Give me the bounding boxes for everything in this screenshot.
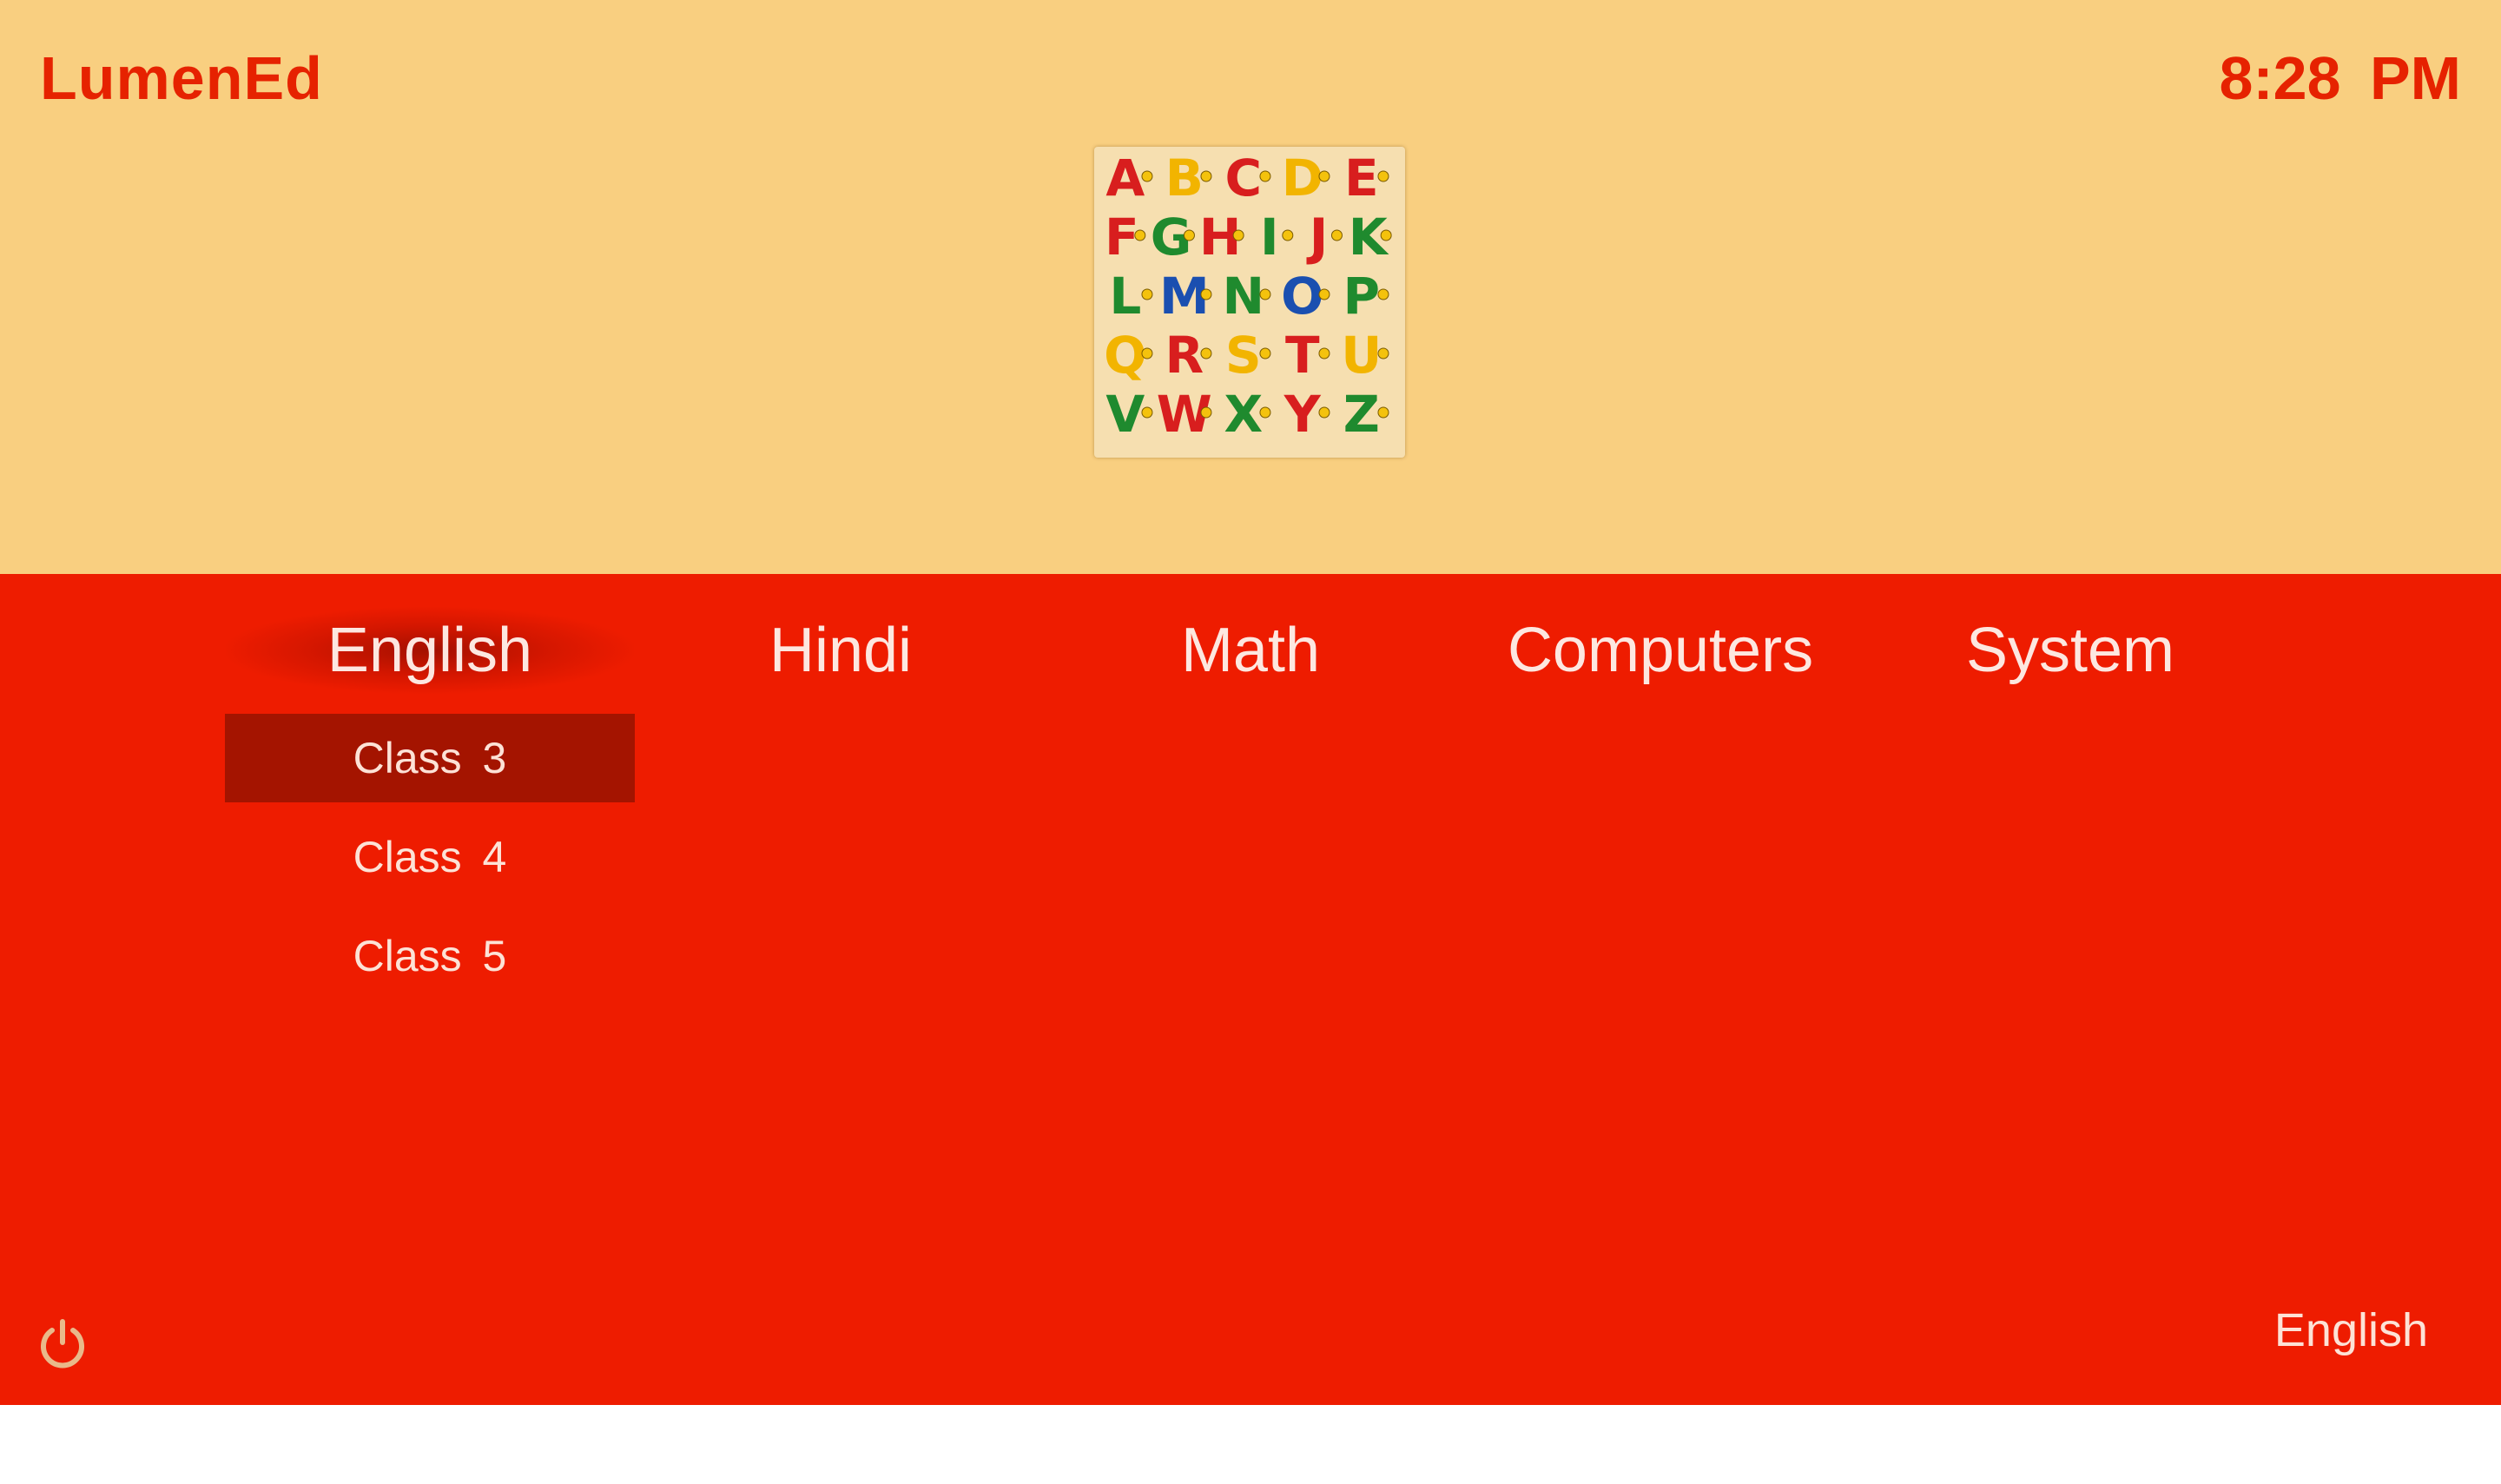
puzzle-letter-c: C (1225, 148, 1263, 208)
brand-logo-text: LumenEd (40, 44, 323, 112)
power-icon[interactable] (35, 1316, 90, 1372)
puzzle-knob (1318, 347, 1330, 359)
puzzle-knob (1318, 170, 1330, 182)
puzzle-knob (1134, 229, 1146, 241)
main-menu-area: English Hindi Math Computers System Clas… (0, 574, 2501, 1405)
puzzle-letter-v: V (1105, 385, 1145, 444)
puzzle-letter-j: J (1306, 208, 1329, 267)
puzzle-letter-o: O (1281, 267, 1323, 326)
puzzle-letter-i: I (1260, 208, 1279, 267)
puzzle-knob (1318, 406, 1330, 419)
submenu-item-class-4[interactable]: Class 4 (225, 813, 635, 901)
puzzle-knob (1141, 347, 1153, 359)
tab-system[interactable]: System (1866, 607, 2274, 694)
puzzle-letter-r: R (1165, 326, 1204, 385)
puzzle-knob (1141, 170, 1153, 182)
puzzle-knob (1330, 229, 1343, 241)
tab-english[interactable]: English (226, 607, 634, 694)
puzzle-letter-q: Q (1104, 326, 1146, 385)
header-bar: LumenEd 8:28 PM ABCDEFGHIJKLMNOPQRSTUVWX… (0, 0, 2501, 574)
puzzle-knob (1200, 288, 1212, 300)
class-submenu: Class 3 Class 4 Class 5 (225, 714, 635, 1011)
puzzle-letter-e: E (1344, 148, 1379, 208)
puzzle-knob (1259, 170, 1271, 182)
puzzle-knob (1282, 229, 1294, 241)
language-selector[interactable]: English (2274, 1303, 2428, 1357)
puzzle-letter-y: Y (1283, 385, 1322, 444)
puzzle-letter-f: F (1105, 208, 1139, 267)
puzzle-knob (1377, 170, 1389, 182)
puzzle-letter-p: P (1343, 267, 1381, 326)
puzzle-knob (1200, 170, 1212, 182)
puzzle-knob (1259, 288, 1271, 300)
tab-math[interactable]: Math (1046, 607, 1455, 694)
puzzle-knob (1200, 406, 1212, 419)
puzzle-knob (1141, 288, 1153, 300)
puzzle-letter-l: L (1109, 267, 1141, 326)
alphabet-puzzle-image: ABCDEFGHIJKLMNOPQRSTUVWXYZ (1094, 147, 1405, 458)
puzzle-knob (1380, 229, 1392, 241)
puzzle-knob (1318, 288, 1330, 300)
puzzle-knob (1377, 288, 1389, 300)
puzzle-knob (1141, 406, 1153, 419)
puzzle-letter-n: N (1223, 267, 1265, 326)
puzzle-letter-t: T (1285, 326, 1320, 385)
clock-time: 8:28 PM (2219, 44, 2461, 112)
puzzle-letter-x: X (1224, 385, 1263, 444)
puzzle-letter-d: D (1282, 148, 1323, 208)
submenu-item-class-5[interactable]: Class 5 (225, 912, 635, 1000)
app-screen: LumenEd 8:28 PM ABCDEFGHIJKLMNOPQRSTUVWX… (0, 0, 2501, 1484)
puzzle-letter-a: A (1105, 148, 1145, 208)
puzzle-knob (1377, 347, 1389, 359)
tab-hindi[interactable]: Hindi (637, 607, 1045, 694)
puzzle-knob (1259, 406, 1271, 419)
puzzle-letter-u: U (1341, 326, 1382, 385)
puzzle-knob (1259, 347, 1271, 359)
tab-computers[interactable]: Computers (1456, 607, 1864, 694)
puzzle-knob (1200, 347, 1212, 359)
puzzle-knob (1232, 229, 1244, 241)
submenu-item-class-3[interactable]: Class 3 (225, 714, 635, 802)
puzzle-letter-z: Z (1343, 385, 1380, 444)
puzzle-letter-b: B (1165, 148, 1204, 208)
puzzle-knob (1183, 229, 1195, 241)
puzzle-letter-s: S (1225, 326, 1262, 385)
alphabet-puzzle-graphic: A B C D EF G H I J KL M N O PQ R S T UV W X Y Z (1104, 148, 1392, 444)
puzzle-knob (1377, 406, 1389, 419)
